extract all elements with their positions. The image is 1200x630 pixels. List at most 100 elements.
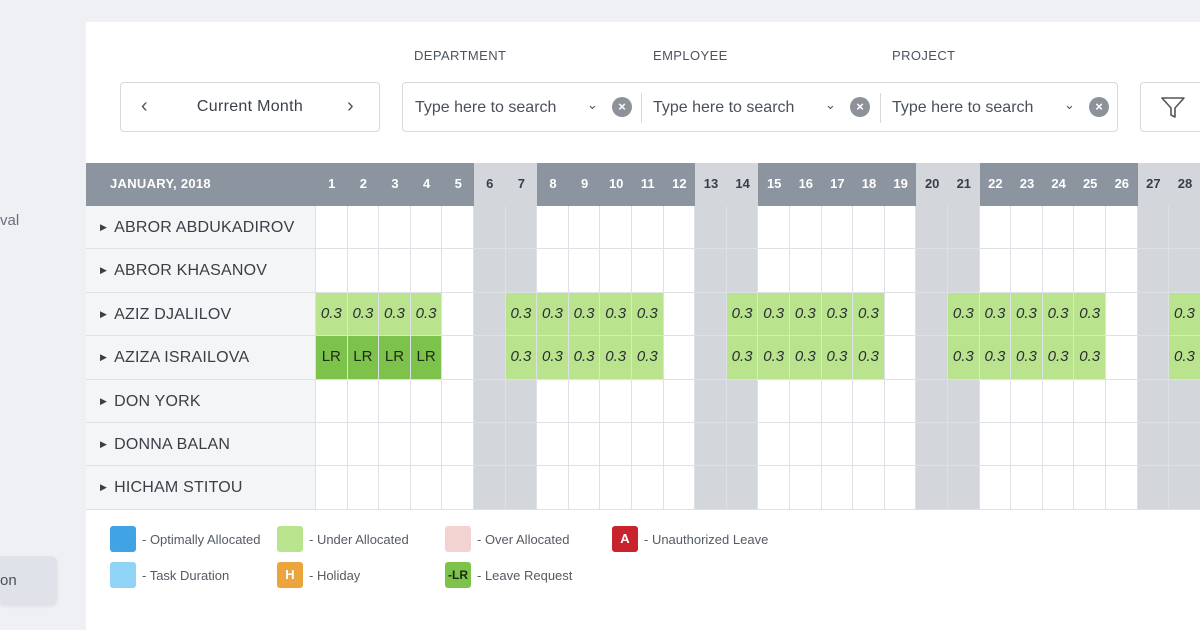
- grid-cell[interactable]: [821, 423, 854, 467]
- grid-cell[interactable]: [600, 466, 632, 510]
- grid-cell[interactable]: 0.3: [726, 336, 759, 380]
- grid-cell[interactable]: [347, 379, 380, 423]
- grid-cell[interactable]: 0.3: [537, 292, 569, 337]
- grid-cell[interactable]: [442, 249, 474, 293]
- grid-cell[interactable]: [979, 249, 1012, 293]
- grid-cell[interactable]: [1106, 336, 1138, 380]
- grid-cell[interactable]: 0.3: [758, 292, 790, 337]
- grid-cell[interactable]: [316, 206, 348, 250]
- grid-cell[interactable]: 0.3: [600, 292, 632, 337]
- grid-cell[interactable]: [726, 249, 759, 293]
- expand-icon[interactable]: ▶: [100, 439, 107, 450]
- filter-button[interactable]: [1140, 82, 1200, 132]
- grid-cell[interactable]: [505, 206, 538, 250]
- grid-cell[interactable]: [695, 249, 727, 293]
- grid-cell[interactable]: [316, 379, 348, 423]
- grid-cell[interactable]: [884, 336, 917, 380]
- grid-cell[interactable]: [632, 206, 664, 250]
- grid-cell[interactable]: [695, 292, 727, 337]
- grid-cell[interactable]: [1011, 379, 1043, 423]
- grid-cell[interactable]: [853, 206, 885, 250]
- grid-cell[interactable]: [979, 466, 1012, 510]
- clear-icon[interactable]: ×: [612, 97, 632, 117]
- grid-cell[interactable]: [821, 466, 854, 510]
- grid-cell[interactable]: 0.3: [853, 292, 885, 337]
- grid-cell[interactable]: [347, 423, 380, 467]
- grid-cell[interactable]: [537, 379, 569, 423]
- grid-cell[interactable]: [979, 379, 1012, 423]
- grid-cell[interactable]: [726, 206, 759, 250]
- grid-cell[interactable]: [1169, 206, 1200, 250]
- grid-cell[interactable]: [632, 249, 664, 293]
- grid-cell[interactable]: [916, 379, 948, 423]
- grid-cell[interactable]: [790, 466, 822, 510]
- grid-cell[interactable]: 0.3: [979, 292, 1012, 337]
- grid-cell[interactable]: [442, 379, 474, 423]
- grid-cell[interactable]: [600, 379, 632, 423]
- grid-cell[interactable]: [790, 423, 822, 467]
- grid-cell[interactable]: [442, 206, 474, 250]
- next-month-icon[interactable]: ›: [347, 95, 354, 118]
- grid-cell[interactable]: [821, 379, 854, 423]
- grid-cell[interactable]: [916, 466, 948, 510]
- expand-icon[interactable]: ▶: [100, 222, 107, 233]
- grid-cell[interactable]: [632, 466, 664, 510]
- grid-cell[interactable]: [1106, 423, 1138, 467]
- grid-cell[interactable]: [1106, 292, 1138, 337]
- department-search[interactable]: Type here to search ⌄ ×: [403, 83, 641, 131]
- grid-cell[interactable]: [1137, 336, 1170, 380]
- grid-cell[interactable]: [1074, 249, 1106, 293]
- employee-name[interactable]: ▶ HICHAM STITOU: [86, 466, 316, 510]
- grid-cell[interactable]: [1169, 466, 1200, 510]
- grid-cell[interactable]: 0.3: [1011, 336, 1043, 380]
- grid-cell[interactable]: [821, 249, 854, 293]
- grid-cell[interactable]: [505, 379, 538, 423]
- grid-cell[interactable]: 0.3: [600, 336, 632, 380]
- expand-icon[interactable]: ▶: [100, 309, 107, 320]
- grid-cell[interactable]: [884, 292, 917, 337]
- grid-cell[interactable]: [410, 249, 443, 293]
- grid-cell[interactable]: [442, 336, 474, 380]
- grid-cell[interactable]: [916, 292, 948, 337]
- grid-cell[interactable]: 0.3: [821, 336, 854, 380]
- grid-cell[interactable]: [916, 206, 948, 250]
- grid-cell[interactable]: 0.3: [1042, 292, 1075, 337]
- grid-cell[interactable]: [474, 336, 506, 380]
- grid-cell[interactable]: [474, 466, 506, 510]
- clear-icon[interactable]: ×: [1089, 97, 1109, 117]
- grid-cell[interactable]: 0.3: [726, 292, 759, 337]
- grid-cell[interactable]: [1106, 206, 1138, 250]
- grid-cell[interactable]: [948, 249, 980, 293]
- grid-cell[interactable]: 0.3: [316, 292, 348, 337]
- grid-cell[interactable]: [1074, 466, 1106, 510]
- grid-cell[interactable]: [695, 466, 727, 510]
- sidebar-item-fragment[interactable]: val: [0, 212, 19, 229]
- grid-cell[interactable]: 0.3: [1074, 292, 1106, 337]
- grid-cell[interactable]: [632, 423, 664, 467]
- grid-cell[interactable]: [695, 336, 727, 380]
- grid-cell[interactable]: [948, 379, 980, 423]
- grid-cell[interactable]: [884, 466, 917, 510]
- grid-cell[interactable]: 0.3: [505, 292, 538, 337]
- grid-cell[interactable]: LR: [347, 336, 380, 380]
- grid-cell[interactable]: 0.3: [632, 336, 664, 380]
- grid-cell[interactable]: [379, 423, 411, 467]
- grid-cell[interactable]: [568, 423, 601, 467]
- grid-cell[interactable]: [347, 466, 380, 510]
- grid-cell[interactable]: 0.3: [1011, 292, 1043, 337]
- grid-cell[interactable]: [1074, 206, 1106, 250]
- grid-cell[interactable]: 0.3: [1169, 336, 1200, 380]
- grid-cell[interactable]: [853, 423, 885, 467]
- grid-cell[interactable]: [1137, 249, 1170, 293]
- grid-cell[interactable]: [537, 423, 569, 467]
- employee-search[interactable]: Type here to search ⌄ ×: [641, 83, 880, 131]
- grid-cell[interactable]: [916, 423, 948, 467]
- grid-cell[interactable]: [916, 249, 948, 293]
- grid-cell[interactable]: [758, 466, 790, 510]
- grid-cell[interactable]: [505, 466, 538, 510]
- grid-cell[interactable]: 0.3: [821, 292, 854, 337]
- grid-cell[interactable]: [600, 206, 632, 250]
- grid-cell[interactable]: [1106, 466, 1138, 510]
- grid-cell[interactable]: [948, 206, 980, 250]
- grid-cell[interactable]: [632, 379, 664, 423]
